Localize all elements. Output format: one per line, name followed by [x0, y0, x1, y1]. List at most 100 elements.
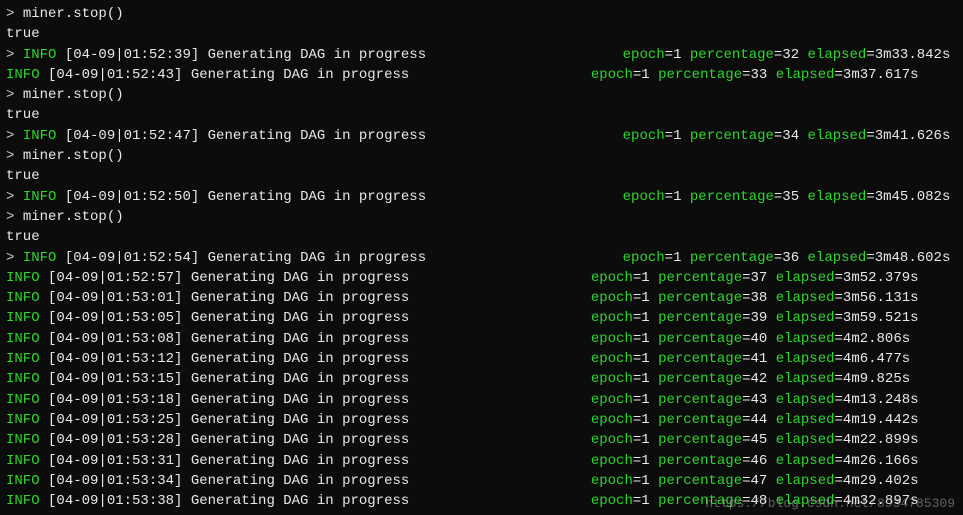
log-kv-elapsed: elapsed=4m9.825s — [776, 371, 910, 387]
log-kv-elapsed: elapsed=4m19.442s — [776, 412, 919, 428]
log-kv-elapsed: elapsed=3m41.626s — [808, 128, 951, 144]
command-result: true — [6, 227, 957, 247]
log-timestamp: [04-09|01:53:08] — [48, 331, 191, 347]
log-message: Generating DAG in progress — [191, 329, 591, 349]
log-message: Generating DAG in progress — [191, 451, 591, 471]
prompt-symbol: > — [6, 47, 23, 63]
log-line: INFO [04-09|01:53:08] Generating DAG in … — [6, 329, 957, 349]
console-command-line: > miner.stop() — [6, 146, 957, 166]
log-message: Generating DAG in progress — [191, 65, 591, 85]
log-level: INFO — [23, 128, 65, 144]
command-text: miner.stop() — [23, 6, 124, 22]
log-level: INFO — [23, 47, 65, 63]
log-kv-elapsed: elapsed=3m33.842s — [808, 47, 951, 63]
log-timestamp: [04-09|01:52:54] — [65, 250, 208, 266]
command-result: true — [6, 166, 957, 186]
log-message: Generating DAG in progress — [191, 308, 591, 328]
log-kv-epoch: epoch=1 — [623, 250, 690, 266]
log-message: Generating DAG in progress — [208, 248, 623, 268]
log-kv-percentage: percentage=46 — [658, 453, 776, 469]
log-line: > INFO [04-09|01:52:47] Generating DAG i… — [6, 126, 957, 146]
log-level: INFO — [6, 351, 48, 367]
log-kv-percentage: percentage=38 — [658, 290, 776, 306]
log-message: Generating DAG in progress — [191, 268, 591, 288]
log-level: INFO — [23, 189, 65, 205]
log-kv-percentage: percentage=34 — [690, 128, 808, 144]
log-kv-elapsed: elapsed=3m48.602s — [808, 250, 951, 266]
log-level: INFO — [6, 310, 48, 326]
log-timestamp: [04-09|01:53:01] — [48, 290, 191, 306]
log-line: INFO [04-09|01:53:28] Generating DAG in … — [6, 430, 957, 450]
log-line: INFO [04-09|01:53:31] Generating DAG in … — [6, 451, 957, 471]
log-line: INFO [04-09|01:52:43] Generating DAG in … — [6, 65, 957, 85]
log-timestamp: [04-09|01:52:43] — [48, 67, 191, 83]
log-kv-percentage: percentage=44 — [658, 412, 776, 428]
log-kv-percentage: percentage=32 — [690, 47, 808, 63]
log-line: INFO [04-09|01:53:18] Generating DAG in … — [6, 390, 957, 410]
log-level: INFO — [6, 392, 48, 408]
console-command-line: > miner.stop() — [6, 207, 957, 227]
log-message: Generating DAG in progress — [208, 45, 623, 65]
log-level: INFO — [6, 453, 48, 469]
log-kv-epoch: epoch=1 — [591, 392, 658, 408]
log-message: Generating DAG in progress — [191, 369, 591, 389]
log-kv-percentage: percentage=40 — [658, 331, 776, 347]
log-kv-elapsed: elapsed=4m13.248s — [776, 392, 919, 408]
log-kv-epoch: epoch=1 — [591, 453, 658, 469]
log-level: INFO — [6, 412, 48, 428]
terminal-output[interactable]: > miner.stop()true> INFO [04-09|01:52:39… — [6, 4, 957, 511]
log-line: INFO [04-09|01:53:12] Generating DAG in … — [6, 349, 957, 369]
log-timestamp: [04-09|01:52:50] — [65, 189, 208, 205]
log-level: INFO — [6, 270, 48, 286]
log-message: Generating DAG in progress — [191, 410, 591, 430]
console-command-line: > miner.stop() — [6, 4, 957, 24]
log-kv-elapsed: elapsed=4m26.166s — [776, 453, 919, 469]
log-level: INFO — [6, 331, 48, 347]
log-kv-elapsed: elapsed=3m45.082s — [808, 189, 951, 205]
log-kv-percentage: percentage=33 — [658, 67, 776, 83]
log-level: INFO — [6, 432, 48, 448]
log-kv-percentage: percentage=35 — [690, 189, 808, 205]
log-kv-percentage: percentage=45 — [658, 432, 776, 448]
log-message: Generating DAG in progress — [191, 471, 591, 491]
command-result: true — [6, 24, 957, 44]
log-kv-epoch: epoch=1 — [591, 473, 658, 489]
log-message: Generating DAG in progress — [191, 491, 591, 511]
log-timestamp: [04-09|01:53:28] — [48, 432, 191, 448]
prompt-symbol: > — [6, 250, 23, 266]
prompt-symbol: > — [6, 148, 23, 164]
log-message: Generating DAG in progress — [191, 349, 591, 369]
log-kv-epoch: epoch=1 — [591, 351, 658, 367]
log-level: INFO — [6, 290, 48, 306]
log-level: INFO — [6, 473, 48, 489]
log-line: > INFO [04-09|01:52:39] Generating DAG i… — [6, 45, 957, 65]
log-line: > INFO [04-09|01:52:54] Generating DAG i… — [6, 248, 957, 268]
log-line: > INFO [04-09|01:52:50] Generating DAG i… — [6, 187, 957, 207]
command-text: miner.stop() — [23, 148, 124, 164]
log-line: INFO [04-09|01:52:57] Generating DAG in … — [6, 268, 957, 288]
log-timestamp: [04-09|01:53:38] — [48, 493, 191, 509]
log-timestamp: [04-09|01:53:31] — [48, 453, 191, 469]
log-timestamp: [04-09|01:53:25] — [48, 412, 191, 428]
prompt-symbol: > — [6, 189, 23, 205]
log-kv-elapsed: elapsed=3m56.131s — [776, 290, 919, 306]
prompt-symbol: > — [6, 87, 23, 103]
log-level: INFO — [6, 67, 48, 83]
log-timestamp: [04-09|01:53:15] — [48, 371, 191, 387]
log-kv-epoch: epoch=1 — [591, 331, 658, 347]
log-kv-elapsed: elapsed=4m22.899s — [776, 432, 919, 448]
log-kv-epoch: epoch=1 — [591, 290, 658, 306]
log-kv-epoch: epoch=1 — [591, 371, 658, 387]
log-level: INFO — [6, 371, 48, 387]
log-line: INFO [04-09|01:53:34] Generating DAG in … — [6, 471, 957, 491]
prompt-symbol: > — [6, 128, 23, 144]
log-timestamp: [04-09|01:53:12] — [48, 351, 191, 367]
log-level: INFO — [6, 493, 48, 509]
log-kv-percentage: percentage=47 — [658, 473, 776, 489]
log-timestamp: [04-09|01:52:47] — [65, 128, 208, 144]
log-kv-epoch: epoch=1 — [623, 189, 690, 205]
log-kv-epoch: epoch=1 — [623, 47, 690, 63]
log-kv-epoch: epoch=1 — [591, 412, 658, 428]
log-kv-percentage: percentage=37 — [658, 270, 776, 286]
log-message: Generating DAG in progress — [208, 126, 623, 146]
